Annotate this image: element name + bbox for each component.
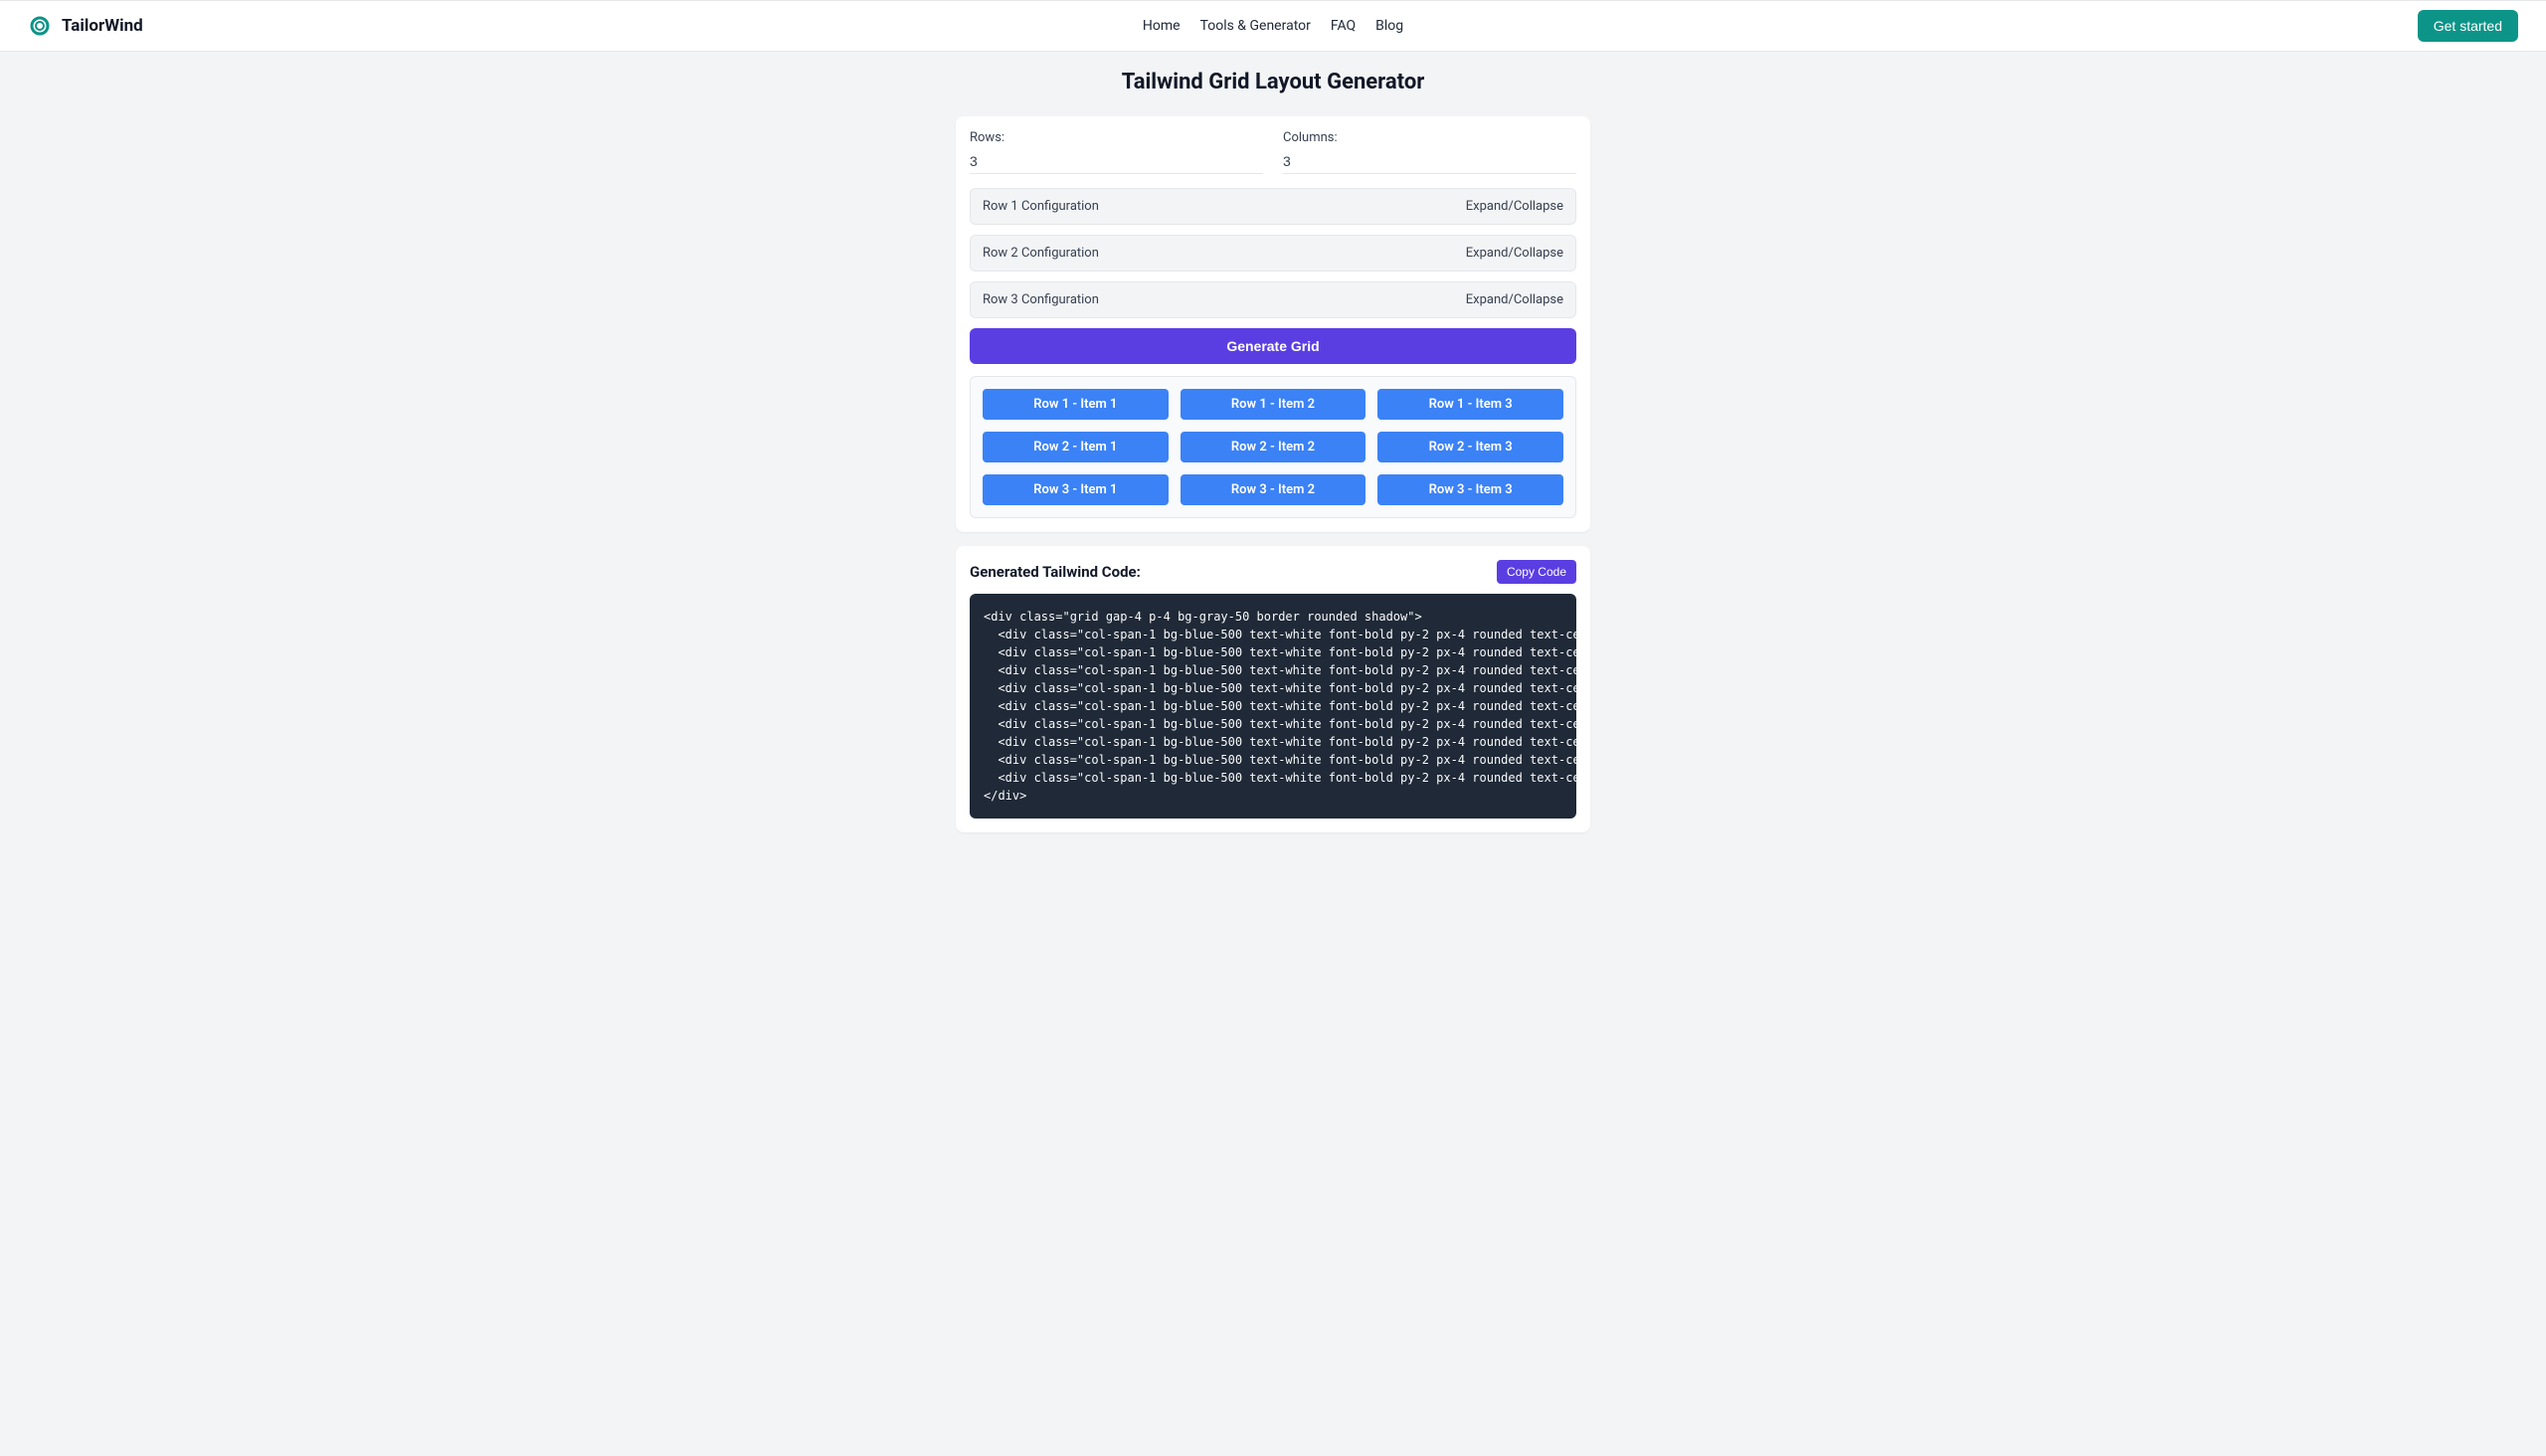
row-1-config[interactable]: Row 1 Configuration Expand/Collapse [970, 188, 1576, 225]
nav-tools[interactable]: Tools & Generator [1200, 18, 1311, 34]
grid-cell: Row 2 - Item 1 [983, 432, 1169, 462]
nav-faq[interactable]: FAQ [1331, 18, 1356, 34]
grid-cell: Row 3 - Item 3 [1377, 474, 1563, 505]
page-title: Tailwind Grid Layout Generator [549, 70, 1997, 94]
grid-cell: Row 3 - Item 1 [983, 474, 1169, 505]
code-output[interactable]: <div class="grid gap-4 p-4 bg-gray-50 bo… [970, 594, 1576, 819]
code-card: Generated Tailwind Code: Copy Code <div … [956, 546, 1590, 832]
expand-collapse-toggle: Expand/Collapse [1466, 292, 1563, 307]
rows-label: Rows: [970, 130, 1263, 145]
grid-cell: Row 3 - Item 2 [1181, 474, 1366, 505]
grid-cell: Row 1 - Item 1 [983, 389, 1169, 420]
grid-cell: Row 1 - Item 3 [1377, 389, 1563, 420]
get-started-button[interactable]: Get started [2418, 10, 2518, 42]
row-2-config[interactable]: Row 2 Configuration Expand/Collapse [970, 235, 1576, 272]
brand-name: TailorWind [62, 16, 143, 36]
grid-preview: Row 1 - Item 1 Row 1 - Item 2 Row 1 - It… [970, 376, 1576, 518]
columns-label: Columns: [1283, 130, 1576, 145]
generator-card: Rows: Columns: Row 1 Configuration Expan… [956, 116, 1590, 532]
grid-cell: Row 2 - Item 3 [1377, 432, 1563, 462]
code-title: Generated Tailwind Code: [970, 563, 1141, 581]
expand-collapse-toggle: Expand/Collapse [1466, 199, 1563, 214]
main-nav: Home Tools & Generator FAQ Blog [1143, 18, 1403, 34]
grid-cell: Row 2 - Item 2 [1181, 432, 1366, 462]
columns-input[interactable] [1283, 149, 1576, 174]
rows-input[interactable] [970, 149, 1263, 174]
nav-blog[interactable]: Blog [1375, 18, 1403, 34]
row-config-label: Row 2 Configuration [983, 246, 1099, 261]
grid-cell: Row 1 - Item 2 [1181, 389, 1366, 420]
brand[interactable]: TailorWind [28, 14, 143, 38]
row-3-config[interactable]: Row 3 Configuration Expand/Collapse [970, 281, 1576, 318]
header: TailorWind Home Tools & Generator FAQ Bl… [0, 0, 2546, 52]
row-config-label: Row 1 Configuration [983, 199, 1099, 214]
generate-grid-button[interactable]: Generate Grid [970, 328, 1576, 364]
logo-icon [28, 14, 52, 38]
row-config-label: Row 3 Configuration [983, 292, 1099, 307]
expand-collapse-toggle: Expand/Collapse [1466, 246, 1563, 261]
copy-code-button[interactable]: Copy Code [1497, 560, 1576, 584]
nav-home[interactable]: Home [1143, 18, 1181, 34]
